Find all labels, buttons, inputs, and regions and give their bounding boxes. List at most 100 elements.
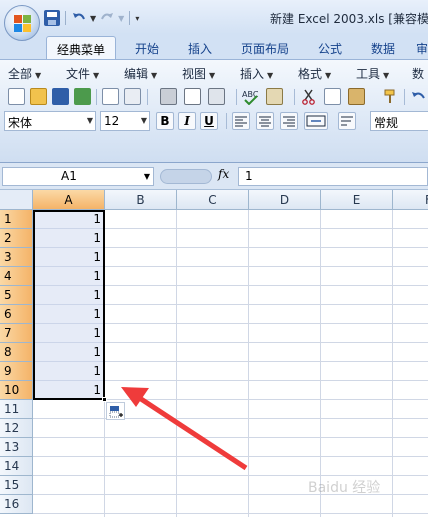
column-header-d[interactable]: D xyxy=(249,190,321,210)
tab-home[interactable]: 开始 xyxy=(124,36,170,59)
cell-a10[interactable]: 1 xyxy=(33,381,105,400)
format-painter-icon[interactable] xyxy=(382,88,399,105)
number-format-select[interactable]: 常规 xyxy=(370,111,428,131)
tab-data[interactable]: 数据 xyxy=(360,36,406,59)
column-header-a[interactable]: A xyxy=(33,190,105,210)
cell-a6[interactable]: 1 xyxy=(33,305,105,324)
ribbon-tabs: 经典菜单 开始 插入 页面布局 公式 数据 审 xyxy=(0,34,428,59)
column-header-b[interactable]: B xyxy=(105,190,177,210)
row-header-6[interactable]: 6 xyxy=(0,305,33,324)
menu-view[interactable]: 视图 ▼ xyxy=(182,65,215,82)
menu-format[interactable]: 格式 ▼ xyxy=(298,65,331,82)
cell-a3[interactable]: 1 xyxy=(33,248,105,267)
align-right-button[interactable] xyxy=(280,112,298,130)
column-header-f[interactable]: F xyxy=(393,190,428,210)
merge-center-button[interactable] xyxy=(304,112,328,130)
row-header-14[interactable]: 14 xyxy=(0,457,33,476)
toolbar-separator xyxy=(226,113,227,129)
paste-icon[interactable] xyxy=(348,88,365,105)
redo-icon[interactable] xyxy=(99,10,115,26)
auto-fill-options-button[interactable] xyxy=(106,402,125,420)
insert-function-button[interactable]: fx xyxy=(218,167,229,181)
menu-tools-label: 工具 xyxy=(356,67,381,81)
print-settings-icon[interactable] xyxy=(208,88,225,105)
undo-icon[interactable] xyxy=(71,10,87,26)
tab-review[interactable]: 审 xyxy=(412,36,428,59)
font-name-select[interactable]: 宋体 ▼ xyxy=(4,111,96,131)
spreadsheet-grid: ABCDEF123456789101112131415161111111111 … xyxy=(0,190,428,517)
menu-file-caret-icon: ▼ xyxy=(93,71,100,80)
row-header-1[interactable]: 1 xyxy=(0,210,33,229)
row-header-8[interactable]: 8 xyxy=(0,343,33,362)
align-center-button[interactable] xyxy=(256,112,274,130)
row-header-9[interactable]: 9 xyxy=(0,362,33,381)
name-box-value: A1 xyxy=(61,169,77,183)
menu-edit-caret-icon: ▼ xyxy=(151,71,158,80)
cell-a1[interactable]: 1 xyxy=(33,210,105,229)
row-header-3[interactable]: 3 xyxy=(0,248,33,267)
cell-a4[interactable]: 1 xyxy=(33,267,105,286)
title-bar: ▼ ▼ ▾ 新建 Excel 2003.xls [兼容模 xyxy=(0,0,428,41)
office-logo-icon xyxy=(14,15,32,33)
tab-insert[interactable]: 插入 xyxy=(177,36,223,59)
row-header-10[interactable]: 10 xyxy=(0,381,33,400)
menu-all[interactable]: 全部 ▼ xyxy=(8,65,41,82)
column-header-e[interactable]: E xyxy=(321,190,393,210)
menu-all-caret-icon: ▼ xyxy=(35,71,42,80)
copy-icon[interactable] xyxy=(324,88,341,105)
cell-a7[interactable]: 1 xyxy=(33,324,105,343)
grid-row-line xyxy=(33,456,428,457)
row-header-16[interactable]: 16 xyxy=(0,495,33,514)
select-all-corner[interactable] xyxy=(0,190,33,210)
wrap-text-button[interactable] xyxy=(338,112,356,130)
cell-a9[interactable]: 1 xyxy=(33,362,105,381)
new-file-icon[interactable] xyxy=(8,88,25,105)
menu-data[interactable]: 数 xyxy=(412,65,424,82)
row-header-12[interactable]: 12 xyxy=(0,419,33,438)
font-size-select[interactable]: 12 ▼ xyxy=(100,111,150,131)
menu-edit[interactable]: 编辑 ▼ xyxy=(124,65,157,82)
check-in-icon[interactable] xyxy=(102,88,119,105)
save-file-icon[interactable] xyxy=(52,88,69,105)
bold-button[interactable]: B xyxy=(156,112,174,130)
toolbar-separator xyxy=(96,89,97,105)
cut-icon[interactable] xyxy=(300,88,317,105)
underline-button[interactable]: U xyxy=(200,112,218,130)
cell-a8[interactable]: 1 xyxy=(33,343,105,362)
column-header-c[interactable]: C xyxy=(177,190,249,210)
row-header-13[interactable]: 13 xyxy=(0,438,33,457)
align-left-button[interactable] xyxy=(232,112,250,130)
undo-toolbar-icon[interactable] xyxy=(410,88,427,105)
formula-toggle-slider[interactable] xyxy=(160,169,212,184)
cell-a2[interactable]: 1 xyxy=(33,229,105,248)
menu-insert[interactable]: 插入 ▼ xyxy=(240,65,273,82)
row-header-11[interactable]: 11 xyxy=(0,400,33,419)
cell-a5[interactable]: 1 xyxy=(33,286,105,305)
print-icon[interactable] xyxy=(160,88,177,105)
open-folder-icon[interactable] xyxy=(30,88,47,105)
document-icon[interactable] xyxy=(124,88,141,105)
permission-icon[interactable] xyxy=(74,88,91,105)
research-icon[interactable] xyxy=(266,88,283,105)
row-header-2[interactable]: 2 xyxy=(0,229,33,248)
name-box[interactable]: A1 ▼ xyxy=(2,167,154,186)
tab-formulas[interactable]: 公式 xyxy=(307,36,353,59)
row-header-4[interactable]: 4 xyxy=(0,267,33,286)
print-preview-icon[interactable] xyxy=(184,88,201,105)
tab-classic-menu[interactable]: 经典菜单 xyxy=(46,36,116,59)
customize-icon[interactable]: ▾ xyxy=(135,14,139,23)
spelling-icon[interactable]: ABC xyxy=(242,88,259,106)
row-header-15[interactable]: 15 xyxy=(0,476,33,495)
row-header-5[interactable]: 5 xyxy=(0,286,33,305)
row-header-7[interactable]: 7 xyxy=(0,324,33,343)
redo-dropdown-icon[interactable]: ▼ xyxy=(118,14,124,23)
menu-insert-caret-icon: ▼ xyxy=(267,71,274,80)
menu-tools[interactable]: 工具 ▼ xyxy=(356,65,389,82)
menu-file[interactable]: 文件 ▼ xyxy=(66,65,99,82)
save-icon[interactable] xyxy=(44,10,60,26)
italic-button[interactable]: I xyxy=(178,112,196,130)
undo-dropdown-icon[interactable]: ▼ xyxy=(90,14,96,23)
office-button[interactable] xyxy=(4,5,40,41)
formula-input[interactable]: 1 xyxy=(238,167,428,186)
tab-page-layout[interactable]: 页面布局 xyxy=(230,36,300,59)
